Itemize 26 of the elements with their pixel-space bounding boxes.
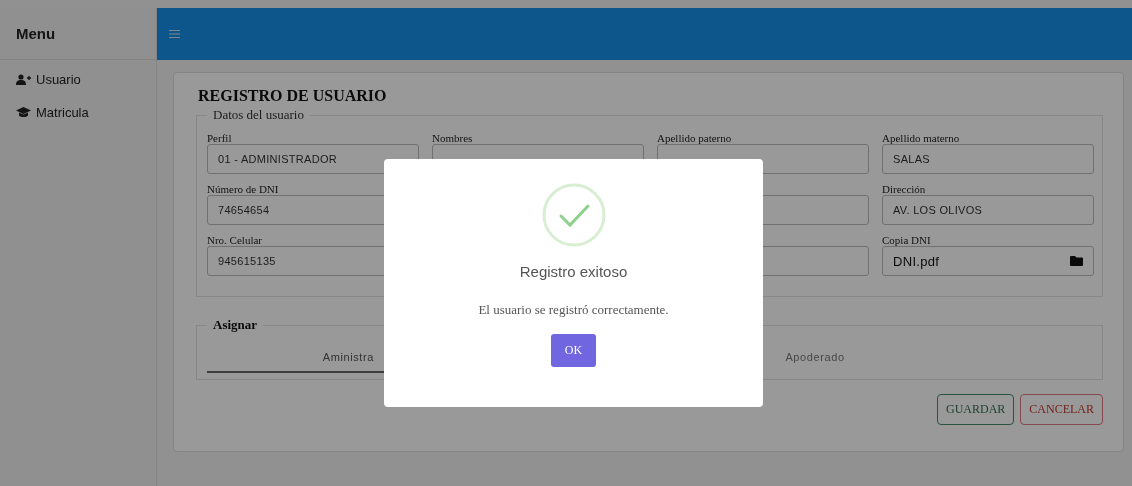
dialog-message: El usuario se registró correctamente. <box>478 302 669 318</box>
file-field[interactable]: DNI.pdf <box>882 246 1094 276</box>
save-button[interactable]: GUARDAR <box>937 394 1015 425</box>
sidebar-item[interactable]: Matricula <box>0 99 156 126</box>
ok-button[interactable]: OK <box>550 334 597 367</box>
user-plus-icon <box>16 74 31 85</box>
field-label: Apellido materno <box>882 132 960 144</box>
field-label: Copia DNI <box>882 234 931 246</box>
graduation-cap-icon <box>16 107 31 118</box>
sidebar-title: Menu <box>0 8 156 60</box>
sidebar-item[interactable]: Usuario <box>0 66 156 93</box>
section-legend: Asignar <box>207 317 264 333</box>
field-label: Nro. Celular <box>207 234 262 246</box>
field-label: Dirección <box>882 183 926 195</box>
cancel-button[interactable]: CANCELAR <box>1020 394 1103 425</box>
input-field[interactable]: AV. LOS OLIVOS <box>882 195 1094 225</box>
input-field[interactable]: SALAS <box>882 144 1094 174</box>
form-title: REGISTRO DE USUARIO <box>198 87 388 105</box>
field-label: Perfil <box>207 132 232 144</box>
section-legend: Datos del usuario <box>207 107 310 123</box>
field-label: Nombres <box>432 132 473 144</box>
field-label: Apellido paterno <box>657 132 732 144</box>
folder-icon <box>1070 256 1083 266</box>
dialog-title: Registro exitoso <box>519 263 628 280</box>
success-check-icon <box>541 183 606 247</box>
field-label: Número de DNI <box>207 183 279 195</box>
